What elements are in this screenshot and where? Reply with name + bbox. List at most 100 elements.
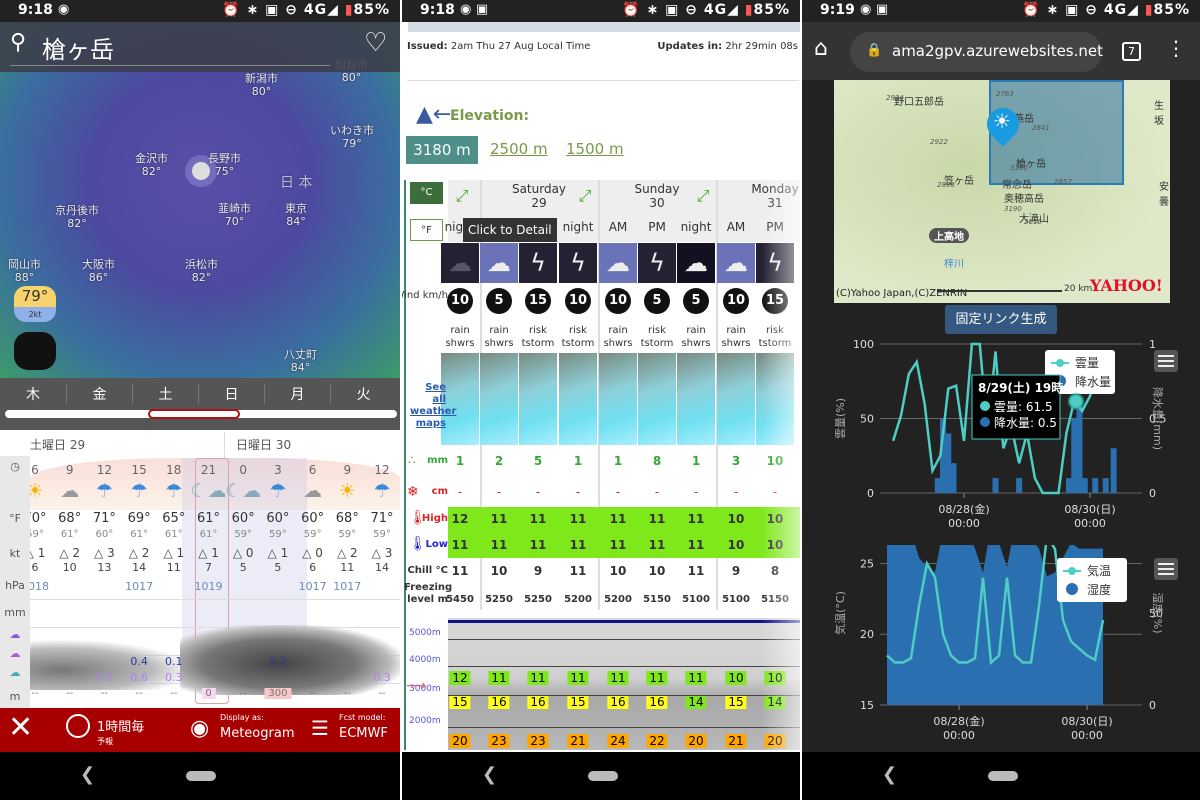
day-date[interactable]: 29 [531,196,546,210]
city-name: 長野市 [208,152,241,165]
back-button[interactable]: ❮ [882,764,897,785]
timeline-slider-handle[interactable] [148,409,240,419]
precip-unit-label: mm [4,606,26,619]
sun-rain-icon: ☁ [717,243,755,283]
back-button[interactable]: ❮ [482,764,497,785]
precip-other: 0.6 [130,671,148,684]
legend-marker [1066,583,1078,595]
permalink-button[interactable]: 固定リンク生成 [945,305,1057,334]
eye-icon[interactable]: ◉ [190,716,209,741]
y-tick-label: 20 [860,628,874,641]
more-menu-icon[interactable]: ⋮ [1166,36,1186,60]
forecast-summary: rain shwrs [484,325,514,349]
home-icon[interactable]: ⌂ [814,36,828,61]
weather-map-thumbnail[interactable] [480,353,518,445]
meteogram[interactable]: 土曜日 29 日曜日 30 6 ☀ 70° 59° △ 1 6 1018 -- 9 ☁ 68° 61°… [0,430,400,708]
weather-map-thumbnail[interactable] [519,353,557,445]
map-height-label: 2898 [937,181,955,189]
close-button[interactable]: ✕ [8,710,33,745]
day-tab[interactable]: 日 [198,384,264,404]
day-tab[interactable]: 金 [66,384,132,404]
wind-gust: 6 [31,561,39,574]
day-tab[interactable]: 土 [132,384,198,404]
interval-label[interactable]: 1時間毎 [97,716,144,735]
elevation-option-1500[interactable]: 1500 m [566,140,624,158]
weather-map-thumbnail[interactable] [441,353,479,445]
freezing-level: 0 [201,688,216,699]
precip-bar [1066,478,1072,493]
temperature: 60° [301,511,325,526]
weather-map-thumbnail[interactable] [638,353,676,445]
weather-map-thumbnail[interactable] [677,353,715,445]
see-all-weather-maps-link[interactable]: See all weather maps [410,382,456,430]
dewpoint: 61° [60,529,79,540]
day-tab[interactable]: 木 [0,384,66,404]
city-name: 大阪市 [82,258,115,271]
period-label[interactable]: AM [727,220,746,234]
unit-celsius-button[interactable]: °C [410,182,443,204]
address-bar[interactable]: 🔒 ama2gpv.azurewebsites.net [850,32,1103,72]
heart-icon[interactable]: ♡ [364,28,387,58]
yahoo-map[interactable]: 野口五郎岳 燕岳 槍ヶ岳 常念岳 笠ヶ岳 奥穂高岳 大滝山 上高地 梓川 生坂 安曇 2924 2763… [834,80,1170,303]
unit-fahrenheit-button[interactable]: °F [410,219,443,241]
tab-count-button[interactable]: 7 [1122,42,1141,61]
expand-icon[interactable]: ⤢ [579,186,592,206]
weather-map-thumbnail[interactable] [599,353,637,445]
chart-menu-button[interactable] [1154,350,1178,372]
weather-map-thumbnail[interactable] [559,353,597,445]
weather-map-thumbnail[interactable] [717,353,755,445]
wind-direction-icon: △ [128,546,142,560]
clock-icon[interactable] [66,714,90,738]
search-icon[interactable]: ⚲ [10,30,26,55]
url-text[interactable]: ama2gpv.azurewebsites.net [892,42,1103,60]
chart-menu-button[interactable] [1154,558,1178,580]
day-name[interactable]: Sunday [635,182,680,196]
expand-icon[interactable]: ⤢ [456,186,469,206]
elevation-option-3180[interactable]: 3180 m [406,136,478,164]
day-date[interactable]: 30 [649,196,664,210]
search-input[interactable]: 槍ヶ岳 [42,30,114,65]
temperature: 69° [127,511,151,526]
period-label[interactable]: night [681,220,712,234]
y2-axis-label: 降水量(mm) [1151,387,1165,450]
city-temp: 82° [141,165,162,178]
home-button[interactable] [186,771,216,781]
dewpoint: 60° [95,529,114,540]
temp-1500m: 24 [607,734,629,748]
display-as-button[interactable]: Meteogram [220,726,295,741]
weather-map[interactable]: 仙台市80°新潟市80°いわき市79°金沢市82°長野市75°京丹後市82°韮崎… [0,22,400,378]
snow-value: - [693,485,699,499]
city-label: 大阪市 86° [82,258,115,284]
expand-icon[interactable]: ⤢ [697,186,710,206]
elevation-option-2500[interactable]: 2500 m [490,140,548,158]
wind-speed-value: 2 [72,546,81,560]
location-temp-badge[interactable]: 79° 2kt [14,286,56,322]
cloud-precip-chart[interactable]: 05010000.51雲量(%) 降水量(mm)08/28(金)00:0008/3… [802,335,1200,535]
hover-point [1067,392,1085,410]
day-tab[interactable]: 月 [264,384,330,404]
day-name[interactable]: Saturday [512,182,566,196]
period-label[interactable]: AM [609,220,628,234]
day-tab[interactable]: 火 [330,384,396,404]
period-label[interactable]: PM [648,220,666,234]
temp-unit-label: °F [9,512,21,525]
battery-level: 85% [353,2,390,18]
home-button[interactable] [988,771,1018,781]
city-name: 金沢市 [135,152,168,165]
play-button[interactable] [14,332,56,370]
precip-bar [934,478,941,493]
map-height-label: 2763 [996,90,1014,98]
period-label[interactable]: night [563,220,594,234]
wind-chill: 11 [569,564,587,578]
layers-icon[interactable]: ☰ [311,716,329,740]
tooltip-title: 8/29(土) 19時 [978,380,1063,395]
high-temp: 11 [569,512,587,526]
back-button[interactable]: ❮ [80,764,95,785]
temp-humidity-chart[interactable]: 152025050100気温(°C)湿度(%)08/28(金)00:0008/3… [802,545,1200,750]
map-place-label: 上高地 [929,228,969,243]
home-button[interactable] [588,771,618,781]
altitude-label: 2000m [409,716,441,726]
search-bar[interactable]: ⚲ 槍ヶ岳 ♡ [0,22,400,72]
model-button[interactable]: ECMWF [339,726,388,741]
moon-cloud-icon: ☾☁ [225,480,262,502]
